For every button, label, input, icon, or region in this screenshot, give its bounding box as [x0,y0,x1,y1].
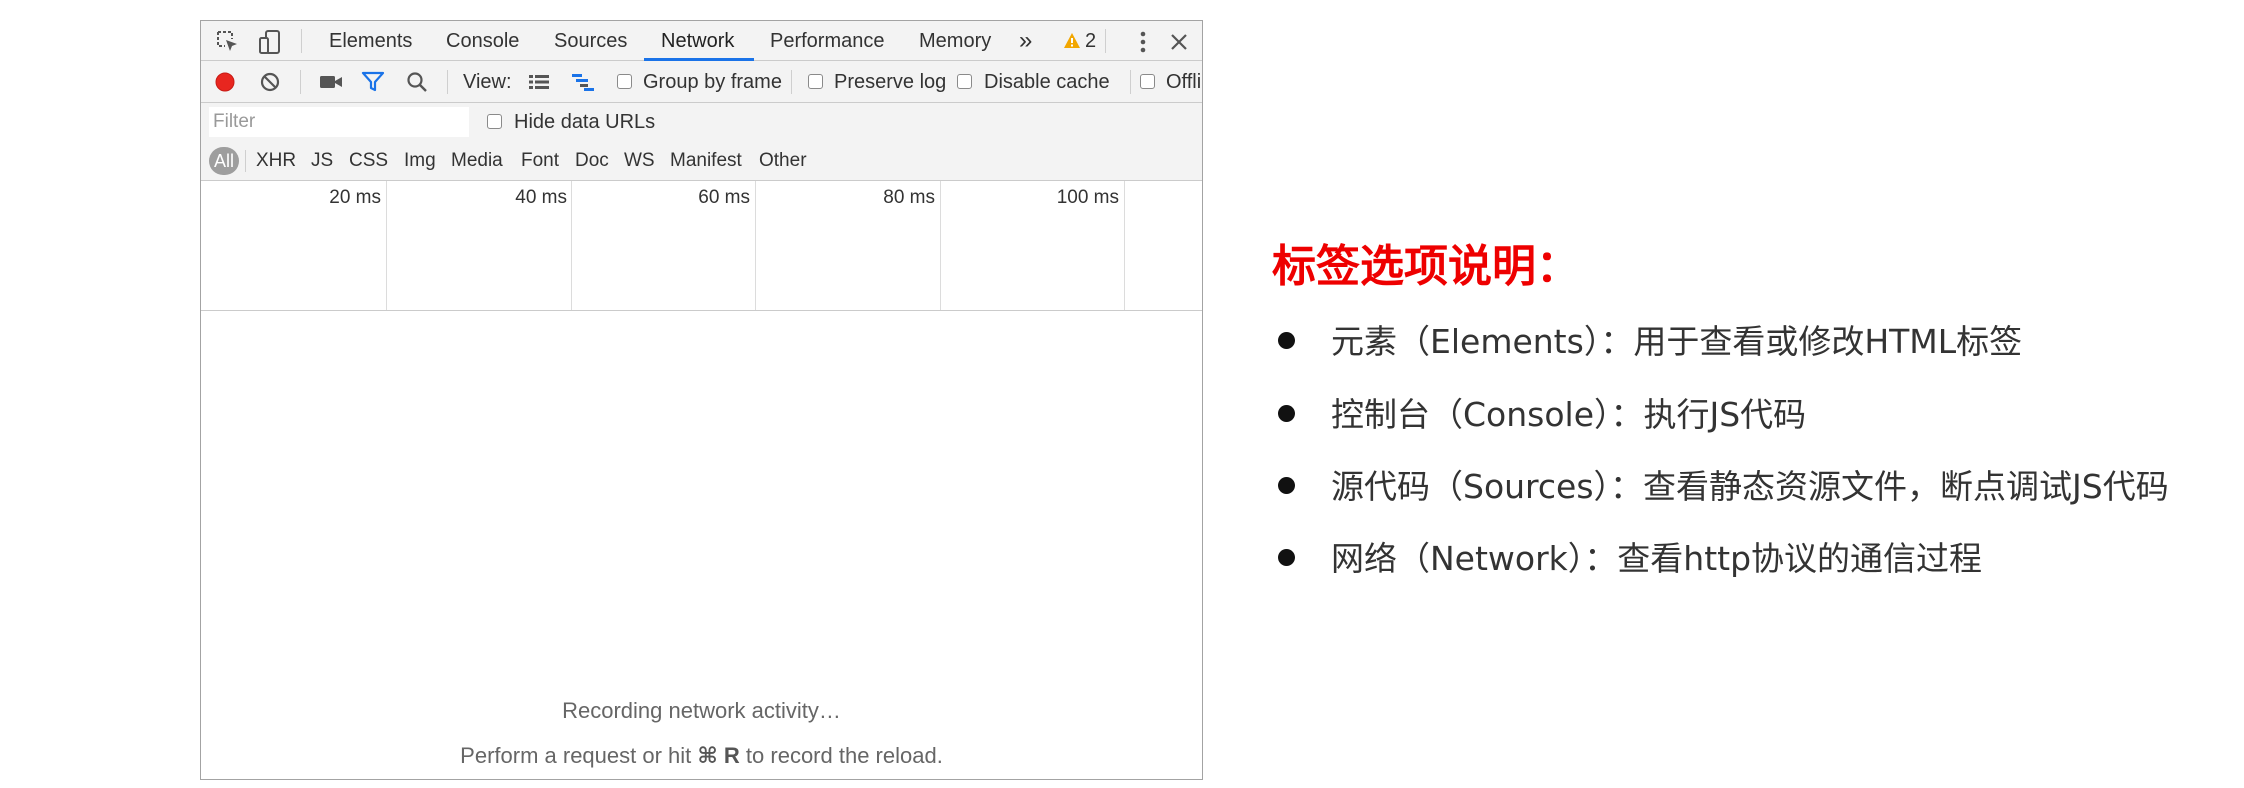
screenshot-camera-icon[interactable] [319,73,343,91]
timeline-gridline [1124,181,1125,310]
type-filter-js[interactable]: JS [311,141,333,181]
note-text: 控制台（Console）：执行JS代码 [1331,395,1807,434]
type-filter-ws[interactable]: WS [624,141,655,181]
disable-cache-checkbox[interactable] [957,74,972,89]
devtools-tab-bar: Elements Console Sources Network Perform… [201,21,1202,61]
group-by-frame-label: Group by frame [643,71,782,93]
timeline-tick-label: 40 ms [515,187,567,208]
note-item: 控制台（Console）：执行JS代码 [1278,388,1806,436]
timeline-tick-label: 100 ms [1056,187,1119,208]
tab-performance[interactable]: Performance [770,21,885,60]
type-filter-img[interactable]: Img [404,141,436,181]
large-rows-list-icon[interactable] [528,73,550,91]
notes-title: 标签选项说明： [1272,241,1580,292]
network-toolbar: View: Group by frame Preserve log Disabl… [201,61,1202,103]
type-filter-other[interactable]: Other [759,141,807,181]
timeline-gridline [755,181,756,310]
note-text: 源代码（Sources）：查看静态资源文件，断点调试JS代码 [1331,467,2169,506]
search-icon[interactable] [406,71,428,93]
inspect-element-icon[interactable] [215,29,241,55]
toolbar-separator [1130,70,1131,94]
recording-status-text: Recording network activity… [562,698,841,723]
type-filter-manifest[interactable]: Manifest [670,141,742,181]
bullet-icon [1278,332,1295,349]
type-separator [245,150,246,172]
tab-separator [1105,29,1106,53]
reload-shortcut-key: ⌘ R [697,743,740,768]
warning-count[interactable]: 2 [1085,21,1096,60]
toolbar-separator [300,70,301,94]
note-item: 源代码（Sources）：查看静态资源文件，断点调试JS代码 [1278,460,2169,508]
type-filter-all[interactable]: All [209,147,239,175]
hide-data-urls-checkbox[interactable] [487,114,502,129]
type-filter-media[interactable]: Media [451,141,503,181]
preserve-log-checkbox[interactable] [808,74,823,89]
timeline-overview[interactable]: 20 ms 40 ms 60 ms 80 ms 100 ms [201,181,1202,311]
filter-icon[interactable] [361,71,385,93]
type-filter-css[interactable]: CSS [349,141,388,181]
note-text: 元素（Elements）：用于查看或修改HTML标签 [1331,322,2023,361]
timeline-gridline [940,181,941,310]
offline-checkbox[interactable] [1140,74,1155,89]
type-filter-doc[interactable]: Doc [575,141,609,181]
more-tabs-button[interactable]: » [1019,21,1032,60]
preserve-log-label: Preserve log [834,71,947,93]
type-filter-font[interactable]: Font [521,141,559,181]
waterfall-overview-icon[interactable] [571,73,595,91]
note-text: 网络（Network）：查看http协议的通信过程 [1331,539,1983,578]
warning-icon[interactable] [1063,32,1081,50]
bullet-icon [1278,477,1295,494]
tab-separator [301,29,302,53]
devtools-panel: Elements Console Sources Network Perform… [200,20,1203,780]
close-icon[interactable] [1169,32,1189,52]
timeline-tick-label: 60 ms [698,187,750,208]
clear-icon[interactable] [260,72,280,92]
timeline-gridline [386,181,387,310]
record-icon[interactable] [215,72,235,92]
tab-memory[interactable]: Memory [919,21,991,60]
hide-data-urls-label: Hide data URLs [514,111,656,133]
view-label: View: [463,71,512,93]
type-filter-xhr[interactable]: XHR [256,141,296,181]
resource-type-bar: All XHR JS CSS Img Media Font Doc WS Man… [201,141,1202,181]
tab-sources[interactable]: Sources [554,21,627,60]
tab-console[interactable]: Console [446,21,519,60]
more-options-icon[interactable] [1135,29,1151,55]
tab-network[interactable]: Network [661,21,734,60]
reload-hint-suffix: to record the reload. [739,743,943,768]
note-item: 元素（Elements）：用于查看或修改HTML标签 [1278,315,2022,363]
disable-cache-label: Disable cache [984,71,1110,93]
reload-hint-text: Perform a request or hit ⌘ R to record t… [201,743,1202,769]
toolbar-separator [791,70,792,94]
timeline-gridline [571,181,572,310]
timeline-tick-label: 20 ms [329,187,381,208]
device-toolbar-icon[interactable] [257,29,283,55]
note-item: 网络（Network）：查看http协议的通信过程 [1278,532,1982,580]
group-by-frame-checkbox[interactable] [617,74,632,89]
toolbar-separator [447,70,448,94]
filter-input[interactable]: Filter [209,107,469,137]
timeline-tick-label: 80 ms [883,187,935,208]
reload-hint-prefix: Perform a request or hit [460,743,698,768]
tab-elements[interactable]: Elements [329,21,412,60]
filter-bar: Filter Hide data URLs [201,103,1202,141]
bullet-icon [1278,549,1295,566]
bullet-icon [1278,405,1295,422]
offline-label: Offlin [1166,71,1202,93]
